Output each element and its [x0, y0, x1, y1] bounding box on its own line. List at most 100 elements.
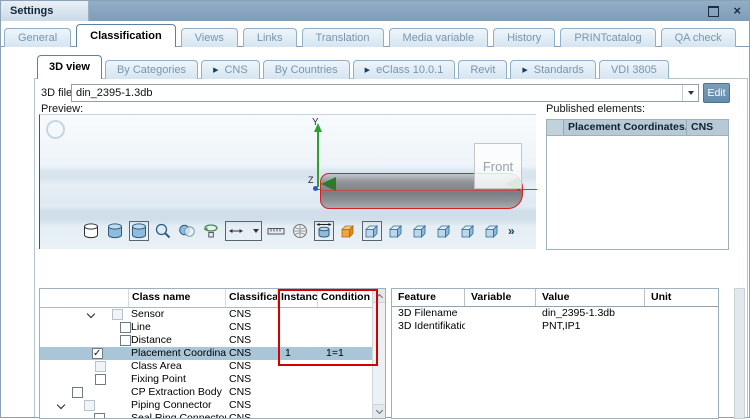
table-row-class-area[interactable]: Class Area CNS: [40, 360, 385, 373]
subtab-standards[interactable]: ▶ Standards: [510, 60, 596, 79]
edit-button[interactable]: Edit: [703, 83, 730, 103]
scroll-up-button[interactable]: [373, 289, 385, 303]
checkbox[interactable]: [120, 335, 131, 346]
subtab-by-countries[interactable]: By Countries: [262, 60, 350, 79]
tab-history[interactable]: History: [493, 28, 556, 47]
view-cube-icon[interactable]: [458, 221, 478, 241]
dimension-options-dropdown[interactable]: [225, 221, 262, 241]
transparency-icon[interactable]: [177, 221, 197, 241]
front-view-button[interactable]: Front: [474, 143, 522, 189]
close-icon[interactable]: ×: [733, 1, 741, 21]
chevron-down-icon: [375, 406, 383, 414]
view-cube-icon[interactable]: [482, 221, 502, 241]
checkbox[interactable]: [84, 400, 95, 411]
ruler-icon[interactable]: [266, 221, 286, 241]
iso-view-icon[interactable]: [362, 221, 382, 241]
tab-translation[interactable]: Translation: [301, 28, 384, 47]
dimension-view-icon[interactable]: [314, 221, 334, 241]
feature-header: Feature: [392, 289, 465, 306]
collapse-icon[interactable]: [86, 309, 96, 319]
feature-table[interactable]: Feature Variable Value Unit 3D Filename …: [391, 288, 719, 419]
checkbox[interactable]: [94, 413, 105, 418]
table-row-line[interactable]: Line CNS: [40, 321, 385, 334]
zoom-icon[interactable]: [153, 221, 173, 241]
tab-general[interactable]: General: [4, 28, 72, 47]
sub-tab-bar: 3D view By Categories ▶ CNS By Countries …: [37, 55, 672, 79]
3d-file-combobox[interactable]: din_2395-1.3db: [71, 84, 699, 102]
view-cube-icon[interactable]: [386, 221, 406, 241]
orbit-hint-icon: [46, 120, 65, 139]
published-header-name: Placement Coordinates...: [564, 120, 687, 135]
mesh-icon[interactable]: [290, 221, 310, 241]
part-centerline: [321, 190, 522, 191]
3d-file-value: din_2395-1.3db: [76, 87, 153, 99]
subtab-3d-view[interactable]: 3D view: [37, 55, 102, 79]
instance-header: Instance: [278, 289, 318, 307]
combo-dropdown-button[interactable]: [682, 85, 698, 101]
checkbox[interactable]: [95, 361, 106, 372]
maximize-icon[interactable]: [708, 5, 720, 17]
subtab-eclass[interactable]: ▶ eClass 10.0.1: [352, 60, 456, 79]
tab-classification[interactable]: Classification: [76, 24, 176, 47]
shaded-view-icon[interactable]: [105, 221, 125, 241]
subtab-by-categories[interactable]: By Categories: [104, 60, 199, 79]
class-table-header: Class name Classification Instance Condi…: [40, 289, 385, 308]
checkbox[interactable]: [72, 387, 83, 398]
checkbox[interactable]: [92, 347, 103, 360]
scroll-down-button[interactable]: [373, 404, 385, 418]
settings-window: Settings × General Classification Views …: [0, 0, 750, 419]
main-tab-bar: General Classification Views Links Trans…: [4, 24, 741, 47]
table-row-fixing-point[interactable]: Fixing Point CNS: [40, 373, 385, 386]
view-cube-icon[interactable]: [434, 221, 454, 241]
title-bar: Settings ×: [1, 1, 749, 21]
rotate-icon[interactable]: [201, 221, 221, 241]
subtab-cns[interactable]: ▶ CNS: [201, 60, 260, 79]
play-icon: ▶: [213, 67, 219, 74]
play-icon: ▶: [522, 67, 528, 74]
table-row-3d-filename[interactable]: 3D Filename din_2395-1.3db: [392, 307, 718, 320]
tree-column-header: [40, 289, 129, 307]
solid-view-icon[interactable]: [129, 221, 149, 241]
surface-view-icon[interactable]: [338, 221, 358, 241]
published-elements-label: Published elements:: [546, 103, 646, 115]
table-row-placement-coordinates[interactable]: Placement Coordinate... CNS 1 1=1: [40, 347, 385, 360]
view-cube-icon[interactable]: [410, 221, 430, 241]
chevron-down-icon: [253, 229, 259, 233]
class-name-header: Class name: [129, 289, 226, 307]
tab-media-variable[interactable]: Media variable: [388, 28, 489, 47]
y-axis-line: [317, 131, 319, 187]
tab-qa-check[interactable]: QA check: [660, 28, 736, 47]
published-table-header: Placement Coordinates... CNS: [547, 120, 728, 136]
table-row-cp-extraction-body[interactable]: CP Extraction Body CNS: [40, 386, 385, 399]
window-title: Settings: [1, 1, 89, 21]
vertical-scrollbar[interactable]: [372, 289, 385, 418]
toolbar-overflow-icon[interactable]: »: [508, 224, 515, 238]
value-header: Value: [536, 289, 645, 306]
panel-right-strip: [734, 288, 745, 419]
table-row-3d-identifikation[interactable]: 3D Identifikation PNT,IP1: [392, 320, 718, 333]
tab-printcatalog[interactable]: PRINTcatalog: [560, 28, 656, 47]
origin-point: [313, 186, 318, 191]
published-header-classification: CNS: [687, 120, 728, 135]
condition-header: Condition: [321, 291, 370, 303]
checkbox[interactable]: [120, 322, 131, 333]
variable-header: Variable: [465, 289, 536, 306]
subtab-vdi-3805[interactable]: VDI 3805: [598, 60, 669, 79]
table-row-distance[interactable]: Distance CNS: [40, 334, 385, 347]
checkbox[interactable]: [112, 309, 123, 320]
class-tree-table[interactable]: Class name Classification Instance Condi…: [39, 288, 386, 419]
unit-header: Unit: [651, 291, 672, 303]
table-row-sensor[interactable]: Sensor CNS: [40, 308, 385, 321]
chevron-down-icon: [687, 91, 694, 95]
wireframe-view-icon[interactable]: [81, 221, 101, 241]
collapse-icon[interactable]: [56, 400, 66, 410]
published-elements-table[interactable]: Placement Coordinates... CNS: [546, 119, 729, 250]
table-row-piping-connector[interactable]: Piping Connector CNS: [40, 399, 385, 412]
checkbox[interactable]: [95, 374, 106, 385]
tab-links[interactable]: Links: [242, 28, 297, 47]
axis-z-label: Z: [308, 175, 314, 185]
preview-toolbar: »: [81, 219, 515, 243]
subtab-revit[interactable]: Revit: [458, 60, 508, 79]
classification-header: Classification: [226, 289, 278, 307]
tab-views[interactable]: Views: [180, 28, 238, 47]
